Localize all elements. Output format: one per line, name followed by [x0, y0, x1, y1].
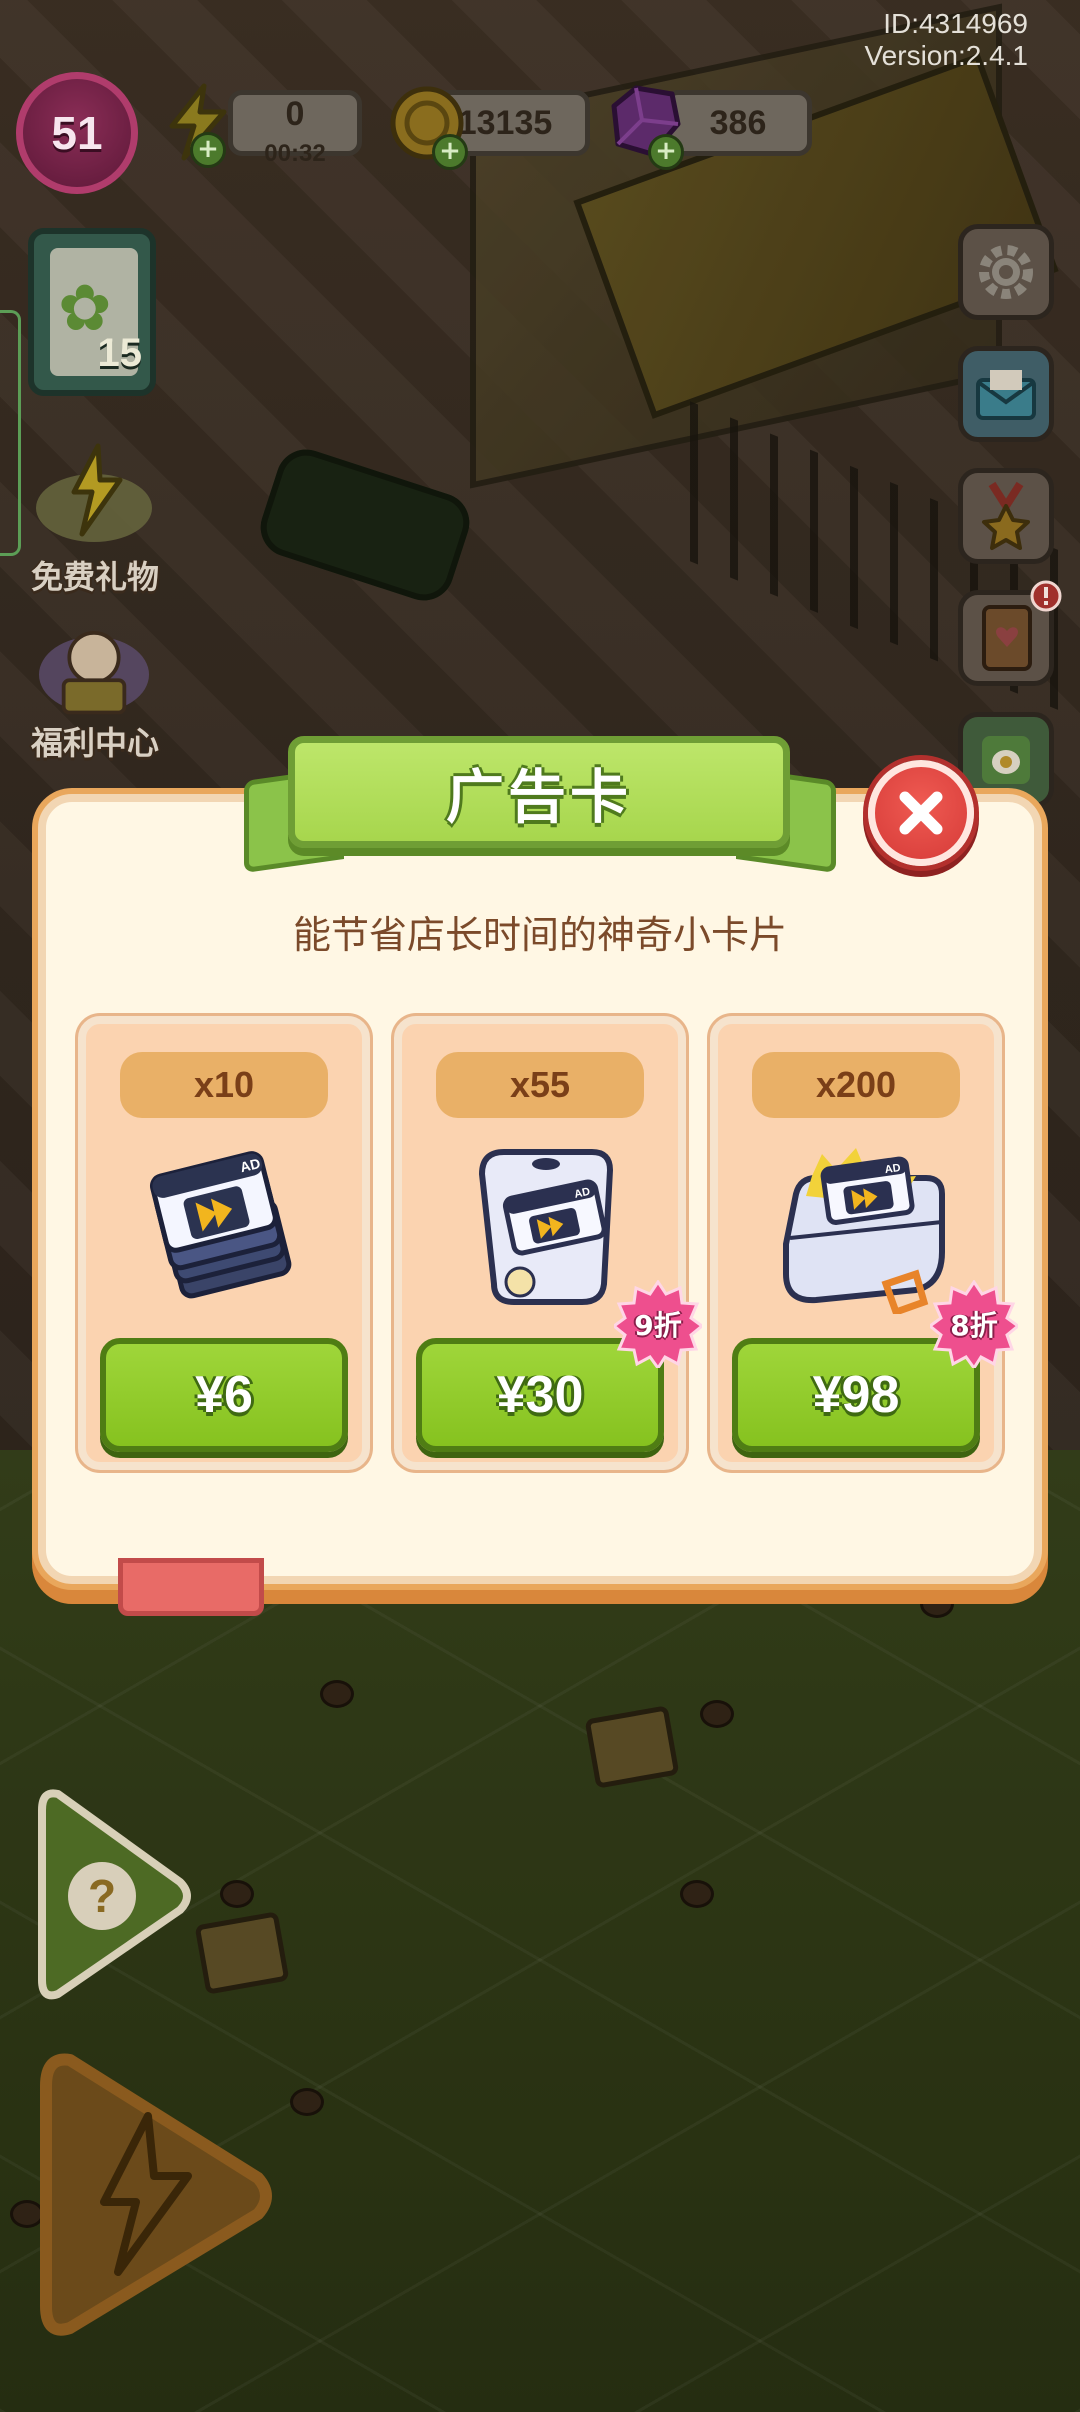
svg-text:?: ? — [88, 1870, 116, 1922]
gear-icon — [979, 245, 1033, 299]
build-info: ID:4314969 Version:2.4.1 — [865, 8, 1028, 72]
free-gift-label: 免费礼物 — [30, 558, 159, 596]
side-drawer-handle[interactable] — [0, 310, 21, 556]
discount-badge: 8折 — [930, 1280, 1018, 1368]
coin-value: 13135 — [457, 103, 553, 142]
offer-card: x200 AD ¥98 8折 — [710, 1016, 1018, 1470]
add-energy-button[interactable]: + — [190, 132, 226, 168]
egg-icon — [982, 736, 1030, 784]
question-icon: ? — [68, 1862, 136, 1930]
ad-card-stack-icon: AD — [149, 1151, 292, 1299]
add-gems-button[interactable]: + — [648, 134, 684, 170]
dialog-bookmark-tab — [118, 1558, 264, 1616]
medal-icon — [982, 481, 1030, 550]
close-icon — [899, 791, 943, 835]
discount-text: 8折 — [950, 1309, 998, 1342]
add-coins-button[interactable]: + — [432, 134, 468, 170]
mail-button[interactable] — [958, 346, 1054, 442]
offer-card: x55 AD ¥30 9折 — [394, 1016, 702, 1470]
discount-badge: 9折 — [614, 1280, 702, 1368]
dialog-title: 广告卡 — [445, 763, 632, 831]
svg-text:AD: AD — [884, 1162, 901, 1176]
task-count: 15 — [97, 331, 143, 375]
settings-button[interactable] — [958, 224, 1054, 320]
journal-button[interactable] — [958, 580, 1062, 686]
player-level: 51 — [51, 107, 103, 159]
task-board-button[interactable]: ✿ 15 — [28, 228, 156, 396]
welfare-center-label: 福利中心 — [30, 724, 159, 762]
offer-quantity: x55 — [436, 1052, 644, 1118]
gem-value: 386 — [709, 103, 767, 142]
version-label: Version:2.4.1 — [864, 40, 1028, 71]
energy-value: 0 — [285, 94, 305, 133]
energy-timer: 00:32 — [264, 140, 326, 167]
offer-card: x10 AD ¥6 — [78, 1016, 370, 1470]
welfare-center-icon[interactable] — [28, 612, 160, 722]
ad-card-pack-icon: AD — [479, 1149, 613, 1305]
offer-quantity: x200 — [752, 1052, 960, 1118]
discount-text: 9折 — [634, 1309, 682, 1342]
dialog-title-ribbon: 广告卡 — [288, 736, 790, 848]
dialog-subtitle: 能节省店长时间的神奇小卡片 — [292, 913, 787, 957]
mail-icon — [976, 370, 1036, 420]
boost-button[interactable] — [30, 2046, 280, 2346]
close-button[interactable] — [868, 760, 974, 866]
offer-quantity: x10 — [120, 1052, 328, 1118]
free-gift-icon[interactable] — [28, 438, 160, 548]
buy-button[interactable]: ¥6 — [100, 1338, 348, 1452]
alert-icon — [1030, 580, 1062, 612]
player-id: ID:4314969 — [883, 8, 1028, 39]
player-level-badge[interactable]: 51 — [16, 72, 138, 194]
achievements-button[interactable] — [958, 468, 1054, 564]
gem-counter[interactable]: 386 — [664, 90, 812, 156]
help-button[interactable]: ? — [28, 1780, 198, 2010]
book-icon — [982, 605, 1032, 671]
